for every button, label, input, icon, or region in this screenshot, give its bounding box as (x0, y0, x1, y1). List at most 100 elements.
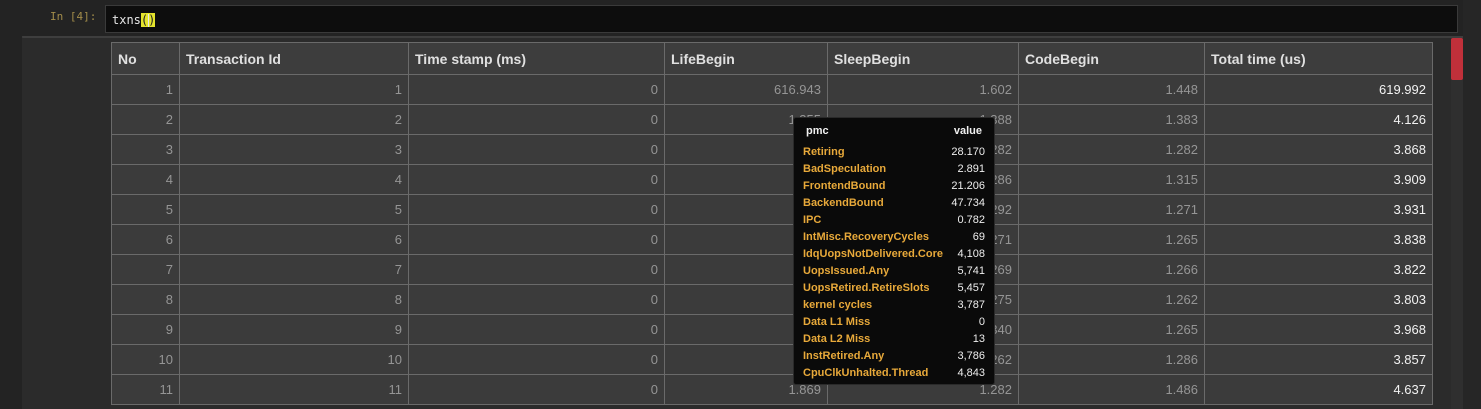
code-text[interactable]: txns() (112, 13, 156, 27)
table-cell: 8 (179, 284, 409, 315)
table-cell: 0 (408, 254, 665, 285)
tooltip-header-key: pmc (806, 125, 829, 137)
table-row[interactable]: 66011.2711.2653.838 (111, 224, 1433, 255)
tooltip-row: CpuClkUnhalted.Thread 4,843 (803, 365, 985, 382)
table-cell: 0 (408, 164, 665, 195)
tooltip-metric-value: 3,787 (957, 299, 985, 311)
table-row[interactable]: 99011.3401.2653.968 (111, 314, 1433, 345)
output-gutter (22, 38, 110, 409)
table-cell: 4 (179, 164, 409, 195)
table-cell: 9 (179, 314, 409, 345)
input-prompt: In [4]: (50, 10, 97, 23)
tooltip-metric-name: IntMisc.RecoveryCycles (803, 231, 929, 243)
transactions-table: No Transaction Id Time stamp (ms) LifeBegin… (111, 42, 1433, 405)
tooltip-metric-value: 5,457 (957, 282, 985, 294)
column-header[interactable]: LifeBegin (664, 42, 828, 75)
table-cell: 5 (111, 194, 180, 225)
table-cell: 4 (111, 164, 180, 195)
column-header[interactable]: Time stamp (ms) (408, 42, 665, 75)
tooltip-metric-name: BackendBound (803, 197, 884, 209)
tooltip-rows: Retiring 28.170 BadSpeculation 2.891 Fronten… (803, 144, 985, 382)
table-row[interactable]: 1 1 0 616.943 1.602 1.448 619.992 (111, 74, 1433, 105)
window-edge (1463, 0, 1481, 409)
table-row[interactable]: 33011.2821.2823.868 (111, 134, 1433, 165)
table-cell: 1.282 (1018, 134, 1205, 165)
table-cell: 1.262 (1018, 284, 1205, 315)
table-cell: 9 (111, 314, 180, 345)
column-header[interactable]: Transaction Id (179, 42, 409, 75)
output-scrollbar-track[interactable] (1451, 38, 1463, 409)
table-cell: 0 (408, 104, 665, 135)
table-cell: 7 (111, 254, 180, 285)
table-cell: 1.448 (1018, 74, 1205, 105)
code-function-name: txns (112, 13, 141, 27)
tooltip-row: BadSpeculation 2.891 (803, 161, 985, 178)
table-cell: 0 (408, 374, 665, 405)
table-cell: 6 (179, 224, 409, 255)
table-cell: 3.968 (1204, 314, 1433, 345)
tooltip-metric-name: InstRetired.Any (803, 350, 885, 362)
tooltip-row: Retiring 28.170 (803, 144, 985, 161)
table-cell: 1 (111, 74, 180, 105)
table-cell: 2 (179, 104, 409, 135)
table-cell: 3.803 (1204, 284, 1433, 315)
table-cell: 1.286 (1018, 344, 1205, 375)
tooltip-metric-name: UopsIssued.Any (803, 265, 890, 277)
output-scrollbar-thumb[interactable] (1451, 38, 1463, 80)
tooltip-metric-name: kernel cycles (803, 299, 873, 311)
tooltip-row: IdqUopsNotDelivered.Core 4,108 (803, 246, 985, 263)
tooltip-row: kernel cycles 3,787 (803, 297, 985, 314)
table-cell: 1.383 (1018, 104, 1205, 135)
tooltip-metric-value: 13 (972, 333, 985, 345)
table-row[interactable]: 2201.3551.3881.3834.126 (111, 104, 1433, 135)
table-cell: 1.315 (1018, 164, 1205, 195)
tooltip-row: UopsIssued.Any 5,741 (803, 263, 985, 280)
table-cell: 619.992 (1204, 74, 1433, 105)
table-row[interactable]: 55011.2921.2713.931 (111, 194, 1433, 225)
tooltip-metric-value: 69 (972, 231, 985, 243)
code-cell-input[interactable]: txns() (105, 5, 1458, 33)
column-header[interactable]: No (111, 42, 180, 75)
column-header[interactable]: SleepBegin (827, 42, 1019, 75)
tooltip-header-value: value (953, 125, 982, 137)
tooltip-row: UopsRetired.RetireSlots 5,457 (803, 280, 985, 297)
table-cell: 3.868 (1204, 134, 1433, 165)
table-cell: 8 (111, 284, 180, 315)
table-cell: 3.857 (1204, 344, 1433, 375)
tooltip-row: IPC 0.782 (803, 212, 985, 229)
column-header[interactable]: CodeBegin (1018, 42, 1205, 75)
tooltip-header: pmc value (806, 125, 982, 141)
table-row[interactable]: 88011.2751.2623.803 (111, 284, 1433, 315)
tooltip-metric-name: BadSpeculation (803, 163, 887, 175)
table-body: 110616.9431.6021.448619.9922201.3551.388… (111, 74, 1433, 405)
tooltip-metric-name: Retiring (803, 146, 845, 158)
table-cell: 11 (179, 374, 409, 405)
table-cell: 7 (179, 254, 409, 285)
tooltip-metric-value: 2.891 (957, 163, 985, 175)
text-cursor (147, 14, 149, 27)
table-row[interactable]: 77011.2691.2663.822 (111, 254, 1433, 285)
tooltip-metric-value: 0.782 (957, 214, 985, 226)
column-header[interactable]: Total time (us) (1204, 42, 1433, 75)
table-cell: 10 (111, 344, 180, 375)
table-cell: 0 (408, 224, 665, 255)
table-cell: 5 (179, 194, 409, 225)
table-cell: 1 (179, 74, 409, 105)
table-row[interactable]: 11 11 0 1.869 1.282 1.486 4.637 (111, 374, 1433, 405)
table-row[interactable]: 1010011.2621.2863.857 (111, 344, 1433, 375)
table-row[interactable]: 44011.2861.3153.909 (111, 164, 1433, 195)
tooltip-row: BackendBound 47.734 (803, 195, 985, 212)
table-cell: 3.838 (1204, 224, 1433, 255)
table-cell: 3 (179, 134, 409, 165)
table-cell: 3 (111, 134, 180, 165)
tooltip-metric-name: IPC (803, 214, 822, 226)
tooltip-metric-value: 47.734 (951, 197, 985, 209)
tooltip-row: InstRetired.Any 3,786 (803, 348, 985, 365)
pmc-tooltip: pmc value Retiring 28.170 BadSpeculation 2.… (793, 117, 995, 385)
table-cell: 3.909 (1204, 164, 1433, 195)
table-cell: 3.931 (1204, 194, 1433, 225)
tooltip-metric-value: 21.206 (951, 180, 985, 192)
table-header-row: No Transaction Id Time stamp (ms) LifeBegin… (111, 42, 1433, 75)
table-cell: 1.266 (1018, 254, 1205, 285)
table-cell: 4.126 (1204, 104, 1433, 135)
